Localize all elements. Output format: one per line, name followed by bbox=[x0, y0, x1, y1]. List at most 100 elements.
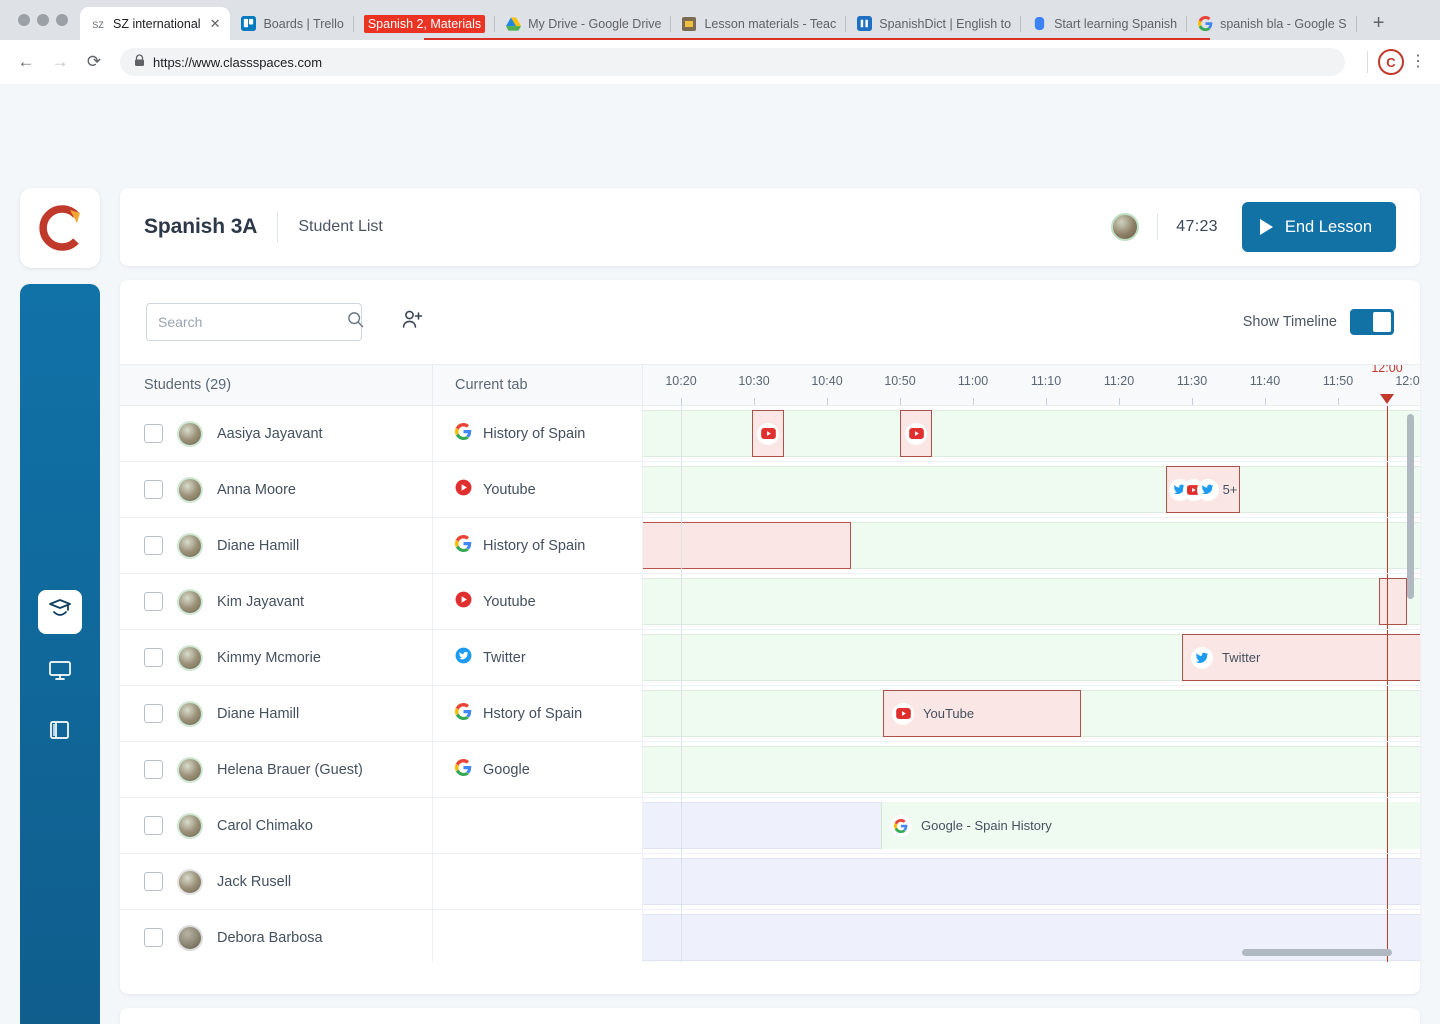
browser-tab-google-search[interactable]: spanish bla - Google S bbox=[1187, 7, 1358, 40]
activity-segment-active[interactable] bbox=[643, 466, 1420, 513]
timeline-cell[interactable] bbox=[642, 406, 1420, 461]
tick-label: 11:10 bbox=[1030, 374, 1062, 388]
lesson-header: Spanish 3A Student List 47:23 End Lesson bbox=[120, 188, 1420, 266]
student-name: Kim Jayavant bbox=[217, 593, 305, 610]
minimize-window-dot[interactable] bbox=[37, 14, 49, 26]
activity-segment-active[interactable] bbox=[643, 746, 1420, 793]
search-field[interactable] bbox=[158, 314, 339, 330]
activity-segment-offline[interactable] bbox=[643, 858, 1420, 905]
row-checkbox[interactable] bbox=[144, 592, 163, 611]
timeline-cell[interactable] bbox=[642, 854, 1420, 909]
browser-menu-icon[interactable]: ⋮ bbox=[1408, 54, 1428, 70]
row-checkbox[interactable] bbox=[144, 480, 163, 499]
youtube-icon bbox=[905, 422, 927, 445]
show-timeline-toggle[interactable] bbox=[1350, 309, 1394, 335]
browser-tab-google-drive[interactable]: My Drive - Google Drive bbox=[495, 7, 672, 40]
row-checkbox[interactable] bbox=[144, 928, 163, 947]
browser-tab-duolingo[interactable]: Start learning Spanish bbox=[1021, 7, 1188, 40]
window-controls[interactable] bbox=[12, 0, 80, 40]
timeline-event-label: Twitter bbox=[1222, 650, 1261, 665]
timeline-cell[interactable]: YouTube bbox=[642, 686, 1420, 741]
new-tab-button[interactable]: + bbox=[1365, 9, 1393, 37]
current-time-line bbox=[1387, 630, 1388, 685]
tabstrip-highlight-underline bbox=[424, 38, 1210, 40]
row-checkbox[interactable] bbox=[144, 648, 163, 667]
timeline-cell[interactable]: 5+ bbox=[642, 462, 1420, 517]
table-row[interactable]: Kimmy Mcmorie Twitter Twitter bbox=[120, 630, 1420, 686]
timeline-gridline bbox=[681, 742, 682, 797]
browser-tab-trello[interactable]: Boards | Trello bbox=[230, 7, 355, 40]
tick-label: 10:40 bbox=[811, 374, 843, 388]
browser-omnibar: ← → ⟳ https://www.classspaces.com C ⋮ bbox=[0, 40, 1440, 84]
table-row[interactable]: Jack Rusell bbox=[120, 854, 1420, 910]
table-row[interactable]: Helena Brauer (Guest) Google bbox=[120, 742, 1420, 798]
end-lesson-button[interactable]: End Lesson bbox=[1241, 202, 1396, 252]
timeline-event-google[interactable]: Google - Spain History bbox=[881, 802, 1420, 849]
current-tab-label: Hstory of Spain bbox=[483, 705, 583, 722]
timeline-event-youtube[interactable]: YouTube bbox=[883, 690, 1081, 737]
timeline-event-multi[interactable]: 5+ bbox=[1166, 466, 1240, 513]
activity-segment-active[interactable] bbox=[643, 578, 1420, 625]
student-name: Anna Moore bbox=[217, 481, 296, 498]
browser-tab-spanish2-materials[interactable]: Spanish 2, Materials bbox=[354, 7, 496, 40]
avatar bbox=[177, 868, 203, 895]
search-icon[interactable] bbox=[347, 311, 364, 333]
end-lesson-label: End Lesson bbox=[1284, 217, 1372, 236]
row-checkbox[interactable] bbox=[144, 760, 163, 779]
tick-label: 11:50 bbox=[1322, 374, 1354, 388]
browser-tab-spanishdict[interactable]: SpanishDict | English to bbox=[846, 7, 1021, 40]
browser-tab-lesson-materials[interactable]: Lesson materials - Teac bbox=[671, 7, 847, 40]
table-row[interactable]: Carol Chimako Google - Spain History bbox=[120, 798, 1420, 854]
row-checkbox[interactable] bbox=[144, 872, 163, 891]
browser-tab-sz-international[interactable]: SZ SZ international ✕ bbox=[80, 7, 231, 40]
timeline-cell[interactable] bbox=[642, 518, 1420, 573]
table-row[interactable]: Aasiya Jayavant History of Spain bbox=[120, 406, 1420, 462]
timeline-gridline bbox=[681, 462, 682, 517]
sidebar-item-classroom[interactable] bbox=[38, 590, 82, 634]
table-row[interactable]: Debora Barbosa bbox=[120, 910, 1420, 962]
forward-icon[interactable]: → bbox=[46, 48, 74, 76]
student-table-body[interactable]: Aasiya Jayavant History of Spain Anna Mo… bbox=[120, 406, 1420, 962]
timeline-event-youtube[interactable] bbox=[900, 410, 932, 457]
activity-segment-blocked[interactable] bbox=[643, 522, 851, 569]
timeline-cell[interactable] bbox=[642, 742, 1420, 797]
timeline-event-twitter[interactable]: Twitter bbox=[1182, 634, 1420, 681]
classspaces-logo[interactable] bbox=[20, 188, 100, 268]
table-row[interactable]: Anna Moore Youtube 5+ bbox=[120, 462, 1420, 518]
student-name: Diane Hamill bbox=[217, 537, 300, 554]
search-input[interactable] bbox=[146, 303, 364, 341]
back-icon[interactable]: ← bbox=[12, 48, 40, 76]
browser-profile-avatar[interactable]: C bbox=[1378, 49, 1404, 75]
current-time-label: 12:00 bbox=[1371, 365, 1403, 375]
close-window-dot[interactable] bbox=[18, 14, 30, 26]
sidebar-item-library[interactable] bbox=[38, 710, 82, 754]
maximize-window-dot[interactable] bbox=[56, 14, 68, 26]
google-icon bbox=[455, 702, 472, 725]
twitter-icon bbox=[1191, 646, 1213, 669]
play-icon bbox=[1259, 219, 1273, 235]
row-checkbox[interactable] bbox=[144, 424, 163, 443]
browser-tab-label: My Drive - Google Drive bbox=[528, 16, 662, 31]
current-tab-cell: Twitter bbox=[432, 630, 642, 685]
timeline-event-youtube[interactable] bbox=[752, 410, 784, 457]
timeline-cell[interactable]: Twitter bbox=[642, 630, 1420, 685]
timeline-cell[interactable] bbox=[642, 574, 1420, 629]
close-icon[interactable]: ✕ bbox=[210, 17, 221, 30]
vertical-scrollbar[interactable] bbox=[1407, 414, 1414, 599]
reload-icon[interactable]: ⟳ bbox=[80, 48, 108, 76]
sidebar-item-screens[interactable] bbox=[38, 650, 82, 694]
add-user-button[interactable] bbox=[398, 308, 426, 336]
table-row[interactable]: Diane Hamill History of Spain bbox=[120, 518, 1420, 574]
address-bar[interactable]: https://www.classspaces.com bbox=[120, 48, 1345, 76]
timeline-cell[interactable]: Google - Spain History bbox=[642, 798, 1420, 853]
row-checkbox[interactable] bbox=[144, 704, 163, 723]
teacher-avatar[interactable] bbox=[1111, 213, 1140, 241]
table-row[interactable]: Diane Hamill Hstory of Spain YouTube bbox=[120, 686, 1420, 742]
timeline-event-edge[interactable] bbox=[1379, 578, 1407, 625]
table-row[interactable]: Kim Jayavant Youtube bbox=[120, 574, 1420, 630]
student-name: Kimmy Mcmorie bbox=[217, 649, 321, 666]
row-checkbox[interactable] bbox=[144, 816, 163, 835]
horizontal-scrollbar[interactable] bbox=[1242, 949, 1392, 956]
row-checkbox[interactable] bbox=[144, 536, 163, 555]
browser-chrome: SZ SZ international ✕ Boards | Trello Sp… bbox=[0, 0, 1440, 84]
